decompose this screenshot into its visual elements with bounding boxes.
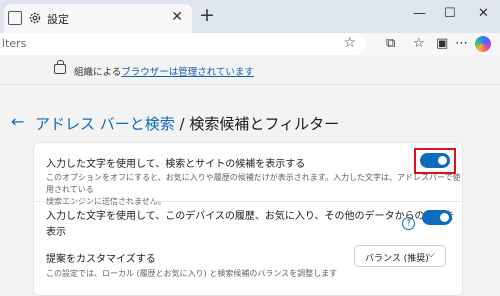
extensions-icon[interactable]: ⧉ bbox=[386, 36, 395, 51]
tab-close-icon[interactable]: ✕ bbox=[171, 9, 183, 25]
gear-icon bbox=[29, 12, 41, 24]
managed-lock-icon bbox=[54, 60, 66, 74]
chevron-down-icon: ⌵ bbox=[427, 249, 435, 260]
banner-prefix: 組織による bbox=[74, 67, 122, 78]
search-suggestions-description: このオプションをオフにすると、お気に入りや履歴の候補だけが表示されます。入力した… bbox=[46, 172, 462, 208]
toggle-knob bbox=[440, 213, 449, 222]
favorites-icon[interactable]: ☆ bbox=[413, 36, 425, 51]
search-suggestions-label: 入力した文字を使用して、検索とサイトの候補を表示する bbox=[46, 159, 306, 170]
help-icon[interactable]: ? bbox=[402, 217, 415, 230]
collections-icon[interactable]: ▣ bbox=[436, 36, 448, 51]
more-menu-icon[interactable]: ⋯ bbox=[455, 36, 468, 51]
label-line-1: 入力した文字を使用して、このデバイスの履歴、お気に入り、その他のデータからの候補… bbox=[46, 211, 455, 222]
maximize-button[interactable]: ☐ bbox=[444, 6, 456, 21]
managed-banner-text: 組織によるブラウザーは管理されています bbox=[74, 64, 254, 78]
page-title: アドレス バーと検索 / 検索候補とフィルター bbox=[35, 113, 339, 134]
managed-banner: 組織によるブラウザーは管理されています bbox=[0, 55, 500, 85]
search-suggestions-toggle[interactable] bbox=[420, 153, 450, 168]
settings-card: 入力した文字を使用して、検索とサイトの候補を表示する このオプションをオフにする… bbox=[33, 142, 463, 296]
suggestion-balance-select[interactable]: バランス (推奨) ⌵ bbox=[354, 245, 446, 267]
minimize-button[interactable]: — bbox=[413, 6, 426, 21]
tab-settings[interactable]: 設定 ✕ bbox=[4, 4, 192, 33]
navigation-bar: lters ☆ ⧉ ☆ ▣ ⋯ bbox=[0, 33, 500, 55]
managed-link[interactable]: ブラウザーは管理されています bbox=[121, 67, 254, 78]
breadcrumb-separator: / bbox=[174, 115, 190, 133]
description-line-2: 検索エンジンに送信されません。 bbox=[46, 196, 462, 208]
new-tab-button[interactable]: + bbox=[199, 5, 215, 25]
copilot-icon[interactable] bbox=[475, 36, 491, 52]
description-line-1: このオプションをオフにすると、お気に入りや履歴の候補だけが表示されます。入力した… bbox=[46, 173, 461, 194]
breadcrumb-address-bar[interactable]: アドレス バーと検索 bbox=[35, 115, 175, 133]
label-line-2: 表示 bbox=[46, 227, 66, 238]
customize-suggestions-label: 提案をカスタマイズする bbox=[46, 254, 156, 265]
toggle-knob bbox=[438, 156, 447, 165]
page-title-text: 検索候補とフィルター bbox=[189, 115, 340, 133]
address-bar[interactable]: lters ☆ bbox=[0, 33, 366, 55]
device-history-toggle[interactable] bbox=[422, 210, 452, 225]
tab-actions-icon[interactable] bbox=[8, 11, 22, 25]
title-bar: 設定 ✕ + — ☐ ✕ bbox=[0, 0, 500, 33]
window-close-button[interactable]: ✕ bbox=[478, 6, 489, 21]
favorite-star-icon[interactable]: ☆ bbox=[343, 35, 356, 51]
customize-suggestions-description: この設定では、ローカル (履歴とお気に入り) と検索候補のバランスを調整します bbox=[46, 269, 338, 278]
device-history-label: 入力した文字を使用して、このデバイスの履歴、お気に入り、その他のデータからの候補… bbox=[46, 209, 455, 241]
select-value: バランス (推奨) bbox=[365, 254, 429, 264]
address-text[interactable]: lters bbox=[2, 37, 26, 50]
divider bbox=[34, 201, 462, 202]
tab-title: 設定 bbox=[47, 13, 69, 26]
back-arrow-icon[interactable]: ← bbox=[11, 112, 24, 131]
